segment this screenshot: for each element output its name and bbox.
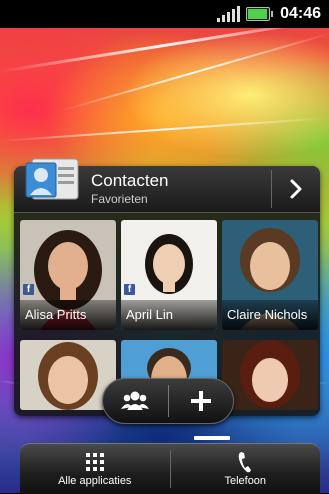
phone-button[interactable]: Telefoon bbox=[171, 444, 321, 494]
all-apps-button[interactable]: Alle applicaties bbox=[20, 444, 170, 494]
contact-name: April Lin bbox=[121, 300, 217, 330]
contact-name: Claire Nichols bbox=[222, 300, 318, 330]
widget-subtitle: Favorieten bbox=[91, 192, 148, 206]
status-bar: 04:46 bbox=[0, 0, 329, 28]
add-button[interactable] bbox=[169, 379, 234, 423]
facebook-badge-icon: f bbox=[23, 284, 34, 295]
open-contacts-button[interactable] bbox=[272, 166, 320, 212]
page-indicator bbox=[194, 436, 230, 440]
battery-icon bbox=[246, 7, 274, 21]
contact-tile-2[interactable]: f April Lin bbox=[121, 220, 217, 330]
all-apps-label: Alle applicaties bbox=[58, 475, 132, 487]
grid-icon bbox=[85, 453, 104, 471]
action-pill bbox=[102, 378, 234, 424]
contact-card-icon bbox=[25, 158, 79, 200]
launcher-bar: Alle applicaties Telefoon bbox=[20, 443, 320, 494]
chevron-right-icon bbox=[290, 179, 302, 199]
contact-photo bbox=[222, 340, 318, 410]
phone-icon bbox=[239, 452, 252, 473]
plus-icon bbox=[190, 391, 211, 411]
contact-tile-3[interactable]: Claire Nichols bbox=[222, 220, 318, 330]
contact-name: Alisa Pritts bbox=[20, 300, 116, 330]
phone-label: Telefoon bbox=[224, 475, 267, 487]
contact-tile-6[interactable] bbox=[222, 340, 318, 410]
people-icon bbox=[121, 391, 150, 410]
status-clock: 04:46 bbox=[280, 5, 321, 22]
widget-title: Contacten bbox=[91, 171, 169, 190]
signal-icon bbox=[217, 6, 241, 22]
light-streak bbox=[59, 32, 329, 112]
contact-tile-1[interactable]: f Alisa Pritts bbox=[20, 220, 116, 330]
groups-button[interactable] bbox=[103, 379, 168, 423]
light-streak bbox=[0, 116, 329, 142]
facebook-badge-icon: f bbox=[124, 284, 135, 295]
